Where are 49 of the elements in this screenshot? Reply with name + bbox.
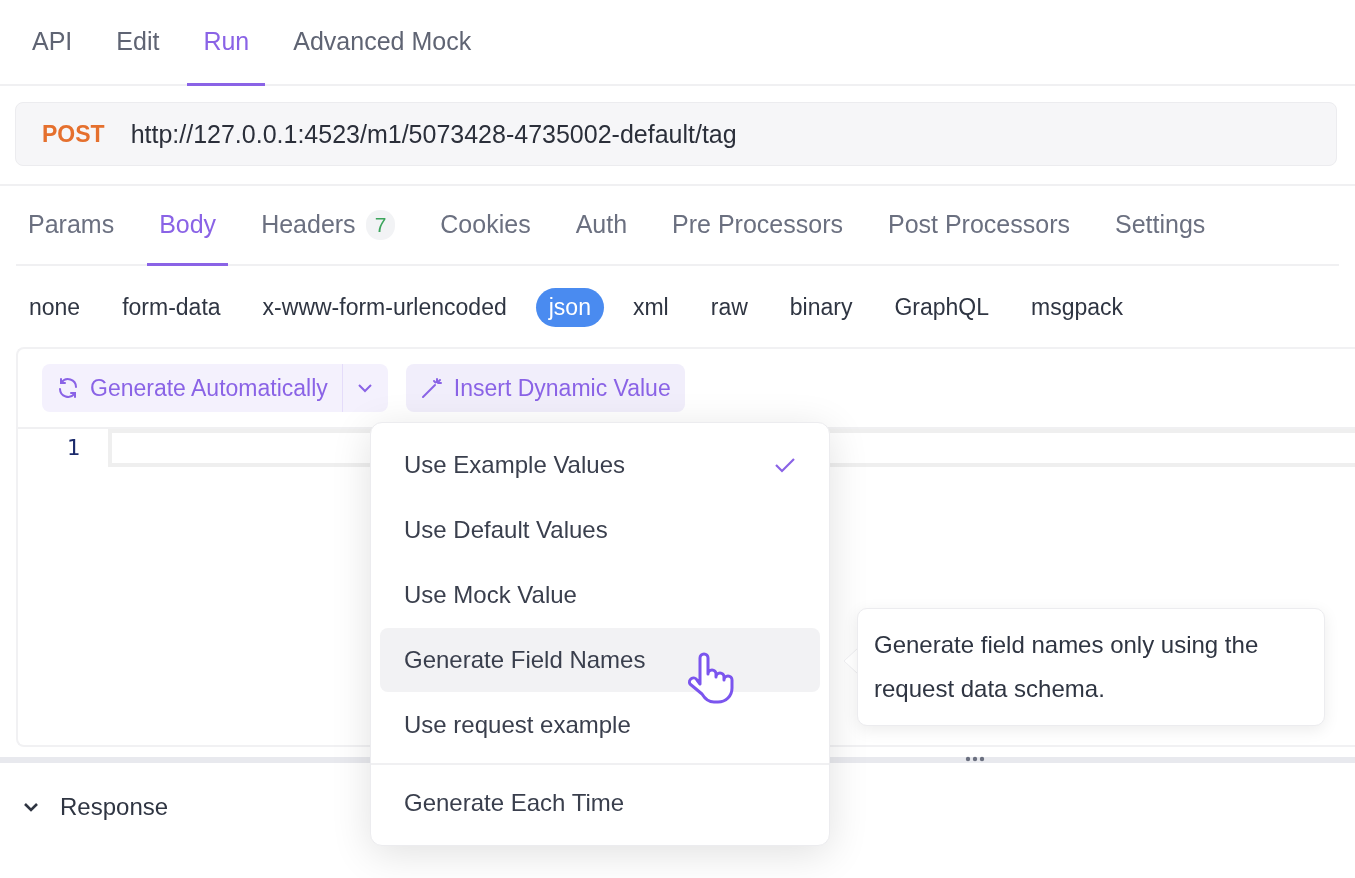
request-tab[interactable]: Pre Processors [660, 186, 855, 266]
menu-item[interactable]: Generate Field Names [380, 628, 820, 692]
request-tab[interactable]: Cookies [428, 186, 543, 266]
body-type-option[interactable]: xml [619, 288, 682, 327]
request-tab[interactable]: Params [16, 186, 127, 266]
hand-cursor-icon [686, 652, 734, 704]
magic-wand-icon [419, 376, 444, 400]
url-bar[interactable]: POST http://127.0.0.1:4523/m1/5073428-4735002-default/tag [15, 102, 1337, 166]
menu-item-label: Use Example Values [404, 451, 625, 479]
refresh-icon [56, 376, 80, 400]
menu-item[interactable]: Use Default Values [380, 498, 820, 562]
menu-item-label: Generate Field Names [404, 646, 646, 674]
body-type-option[interactable]: binary [776, 288, 866, 327]
menu-item-label: Use Mock Value [404, 581, 577, 609]
line-number: 1 [65, 434, 81, 460]
view-tab[interactable]: Edit [100, 0, 176, 86]
insert-dynamic-value-button[interactable]: Insert Dynamic Value [405, 364, 685, 412]
tooltip-arrow [843, 648, 858, 674]
view-tab[interactable]: API [16, 0, 89, 86]
menu-item[interactable]: Use Mock Value [380, 563, 820, 627]
request-tab[interactable]: Headers 7 [249, 186, 408, 266]
request-tab[interactable]: Auth [563, 186, 640, 266]
response-section-title[interactable]: Response [60, 793, 169, 821]
generate-button[interactable]: Generate Automatically [42, 364, 342, 412]
menu-item-label: Use Default Values [404, 516, 608, 544]
request-tab[interactable]: Post Processors [875, 186, 1082, 266]
menu-item-label: Generate Each Time [404, 789, 625, 817]
chevron-icon[interactable] [22, 800, 40, 814]
body-type-option[interactable]: msgpack [1018, 288, 1137, 327]
menu-item[interactable]: Use request example [380, 693, 820, 757]
count-badge: 7 [365, 209, 396, 240]
body-type-option[interactable]: GraphQL [881, 288, 1003, 327]
menu-item[interactable]: Generate Each Time [380, 771, 820, 835]
body-type-option[interactable]: none [16, 288, 94, 327]
tab-label: Headers [261, 210, 356, 239]
view-tab[interactable]: Run [187, 0, 266, 86]
body-type-option[interactable]: raw [697, 288, 761, 327]
tooltip: Generate field names only using the request data schema. [857, 608, 1325, 726]
request-url: http://127.0.0.1:4523/m1/5073428-4735002-default/tag [130, 119, 737, 149]
resize-handle-icon[interactable] [964, 755, 986, 763]
body-type-option[interactable]: form-data [109, 288, 234, 327]
view-tab[interactable]: Advanced Mock [277, 0, 488, 86]
caret-icon [356, 382, 375, 394]
http-method: POST [42, 120, 105, 148]
menu-item[interactable]: Use Example Values [380, 433, 820, 497]
menu-item-label: Use request example [404, 711, 631, 739]
body-type-option[interactable]: x-www-form-urlencoded [249, 288, 520, 327]
request-tab[interactable]: Body [147, 186, 229, 266]
request-tab[interactable]: Settings [1103, 186, 1218, 266]
